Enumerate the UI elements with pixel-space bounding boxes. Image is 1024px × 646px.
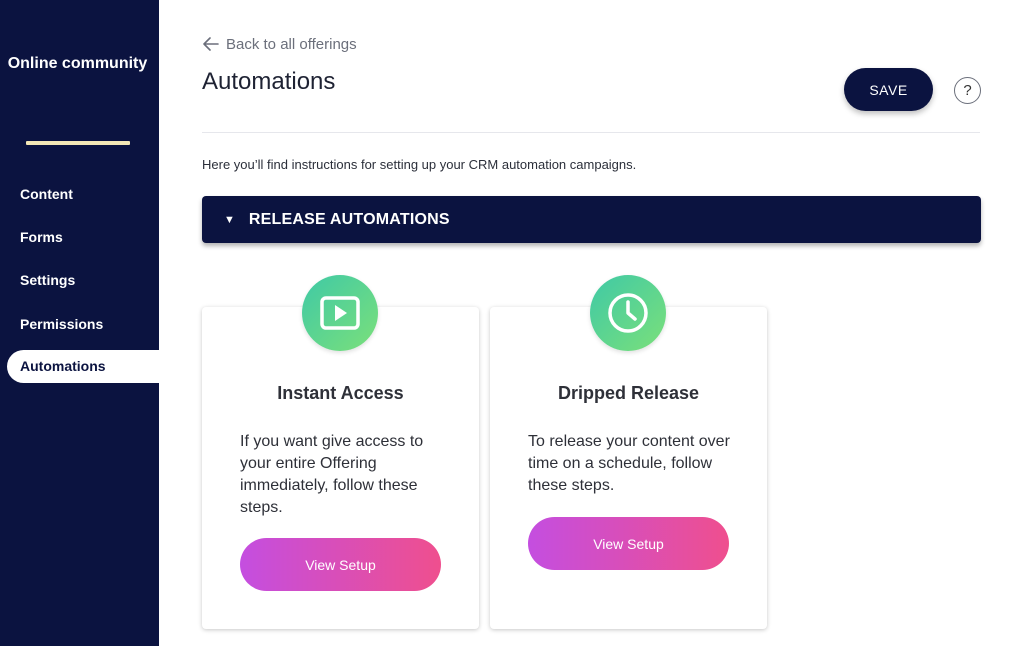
header-divider xyxy=(202,132,980,133)
sidebar-item-automations[interactable]: Automations xyxy=(7,350,159,383)
intro-text: Here you’ll find instructions for settin… xyxy=(202,157,637,172)
caret-down-icon: ▼ xyxy=(224,213,235,226)
question-icon: ? xyxy=(963,82,972,99)
instant-access-card: Instant Access If you want give access t… xyxy=(202,275,479,629)
brand-underline xyxy=(26,141,130,145)
page-title: Automations xyxy=(202,68,336,95)
view-setup-button[interactable]: View Setup xyxy=(528,517,729,570)
release-automations-accordion[interactable]: ▼ RELEASE AUTOMATIONS xyxy=(202,196,981,243)
app: Online community Content Forms Settings … xyxy=(0,0,1024,646)
accordion-title: RELEASE AUTOMATIONS xyxy=(248,210,450,228)
sidebar-item-permissions[interactable]: Permissions xyxy=(20,314,103,334)
dripped-release-card: Dripped Release To release your content … xyxy=(490,275,767,629)
sidebar: Online community Content Forms Settings … xyxy=(0,0,159,646)
back-link[interactable]: Back to all offerings xyxy=(203,34,357,54)
view-setup-button[interactable]: View Setup xyxy=(240,538,441,591)
card-description: If you want give access to your entire O… xyxy=(240,433,424,516)
card-title: Instant Access xyxy=(277,383,404,403)
card-title: Dripped Release xyxy=(557,383,700,403)
arrow-left-icon xyxy=(203,37,219,51)
brand-title: Online community xyxy=(7,55,148,72)
clock-icon xyxy=(590,275,666,351)
help-button[interactable]: ? xyxy=(954,77,981,104)
save-button[interactable]: SAVE xyxy=(844,68,933,111)
play-icon xyxy=(302,275,378,351)
sidebar-item-content[interactable]: Content xyxy=(20,184,73,204)
back-link-label: Back to all offerings xyxy=(226,35,357,53)
sidebar-item-settings[interactable]: Settings xyxy=(20,270,75,290)
sidebar-item-forms[interactable]: Forms xyxy=(20,227,63,247)
card-description: To release your content over time on a s… xyxy=(528,433,730,494)
